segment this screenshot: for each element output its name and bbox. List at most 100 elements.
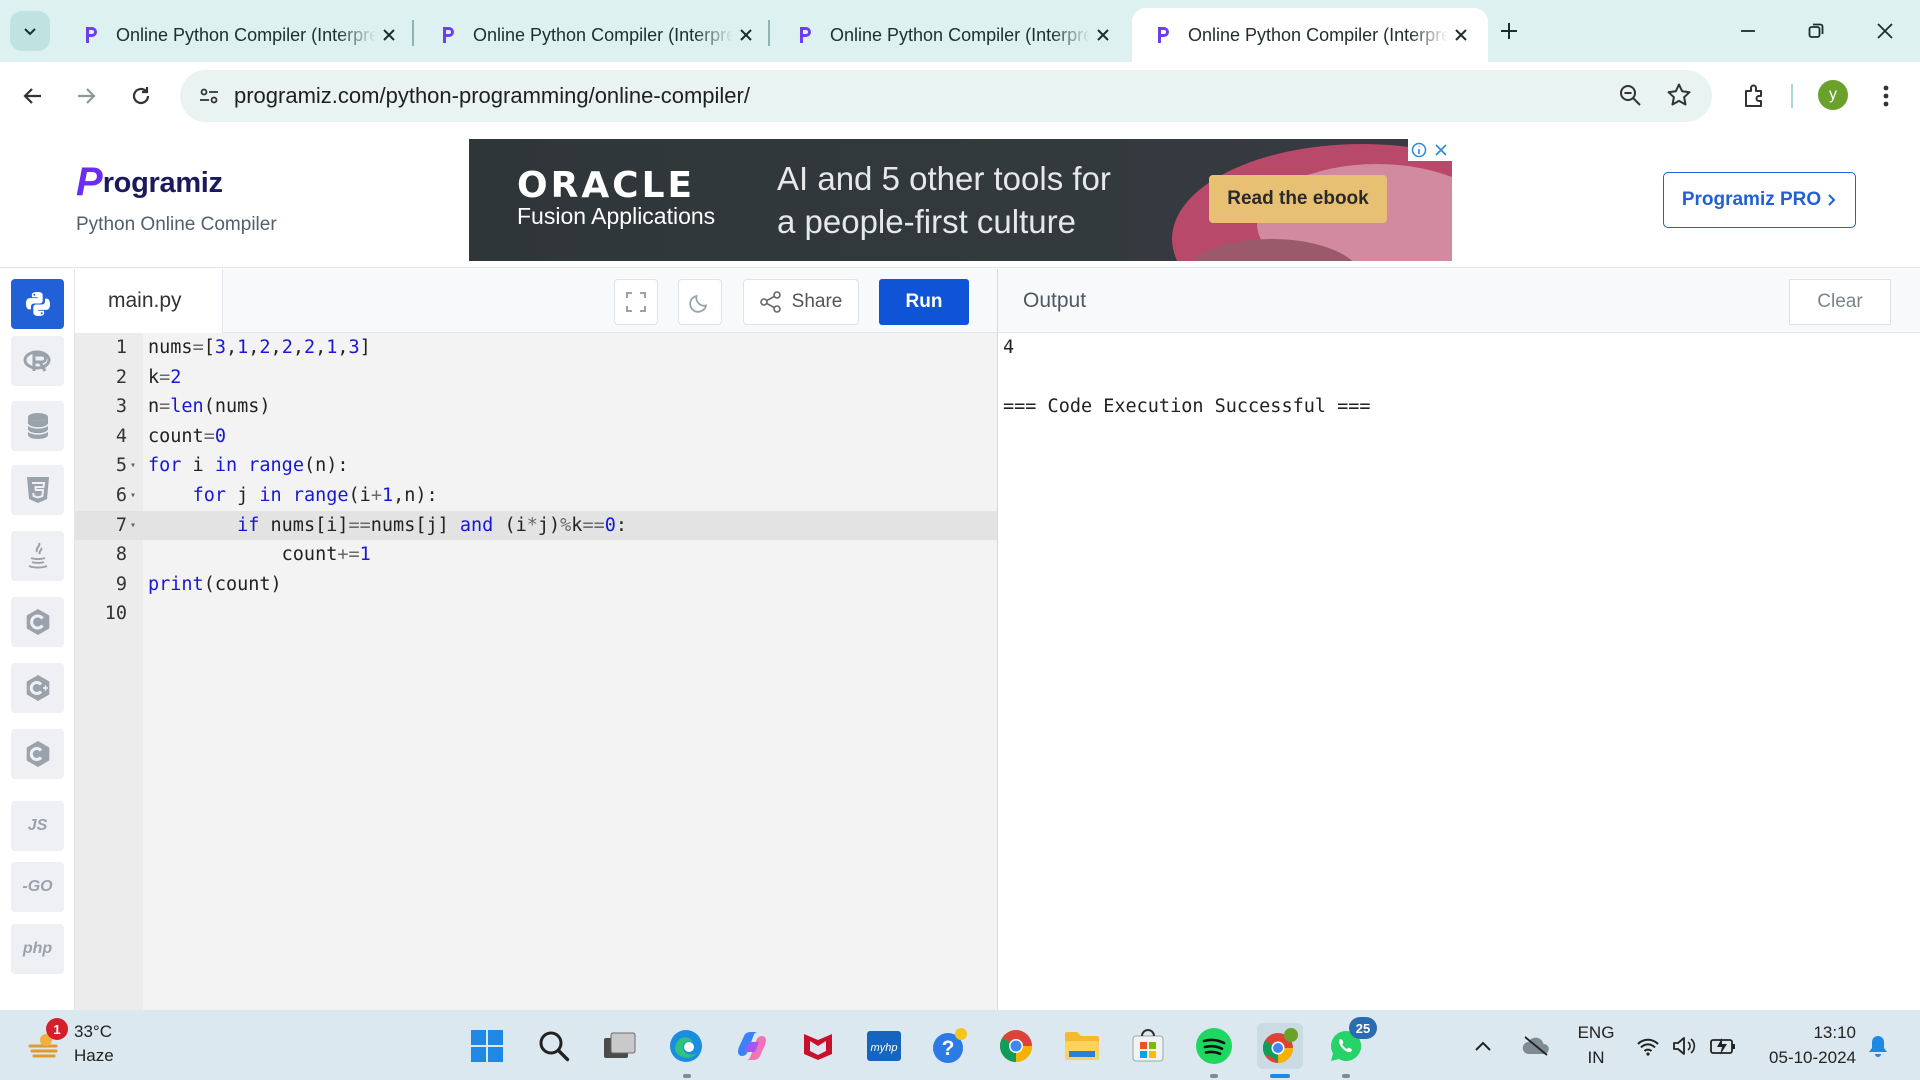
new-tab-button[interactable]	[1494, 16, 1524, 46]
address-bar[interactable]: programiz.com/python-programming/online-…	[180, 70, 1712, 122]
ad-tagline-line-1: AI and 5 other tools for	[777, 160, 1111, 197]
taskbar-chrome[interactable]	[993, 1023, 1039, 1069]
code-text: nums=[3,1,2,2,2,1,3]	[148, 337, 371, 358]
fold-toggle-icon[interactable]: ▾	[130, 511, 136, 541]
ad-tagline-line-2: a people-first culture	[777, 203, 1076, 240]
code-line[interactable]: 10	[75, 599, 997, 629]
bell-icon	[1869, 1036, 1887, 1057]
search-icon	[539, 1031, 570, 1062]
taskbar-edge[interactable]	[663, 1023, 709, 1069]
programiz-pro-button[interactable]: Programiz PRO	[1663, 172, 1856, 228]
sidebar-item-python[interactable]	[11, 279, 64, 329]
code-editor[interactable]: 1 nums=[3,1,2,2,2,1,3] 2 k=2 3 n=len(nums) 4 co…	[75, 333, 997, 1010]
tab-title: Online Python Compiler (Interpreter)	[1188, 24, 1448, 45]
code-line[interactable]: 3 n=len(nums)	[75, 392, 997, 422]
line-number: 1	[115, 337, 127, 358]
system-clock[interactable]: 13:10 05-10-2024	[1752, 1020, 1856, 1070]
bookmark-star-icon[interactable]	[1666, 82, 1692, 108]
tab-search-button[interactable]	[10, 11, 50, 51]
code-line[interactable]: 4 count=0	[75, 422, 997, 452]
copilot-icon	[738, 1032, 766, 1060]
notifications-button[interactable]	[1858, 1023, 1898, 1069]
forward-button[interactable]	[66, 76, 106, 116]
programiz-favicon-icon	[86, 27, 97, 43]
code-line[interactable]: 6 ▾ for j in range(i+1,n):	[75, 481, 997, 511]
weather-icon: 1	[26, 1018, 68, 1062]
line-number: 6	[115, 485, 127, 506]
ad-info-icon[interactable]	[1408, 139, 1430, 161]
taskbar-myhp[interactable]: myhp	[861, 1023, 907, 1069]
line-number: 4	[115, 425, 127, 447]
fullscreen-button[interactable]	[614, 279, 658, 325]
region-code: IN	[1587, 1048, 1605, 1067]
clear-button[interactable]: Clear	[1789, 279, 1891, 325]
sidebar-item-go[interactable]: -GO	[11, 862, 64, 912]
taskbar-whatsapp[interactable]: 25	[1323, 1017, 1377, 1069]
taskbar-get-help[interactable]: ?	[927, 1023, 973, 1069]
reload-button[interactable]	[121, 76, 161, 116]
taskbar-mcafee[interactable]	[795, 1023, 841, 1069]
share-button[interactable]: Share	[743, 279, 859, 325]
sidebar-item-html[interactable]	[11, 465, 64, 515]
browser-tab-active[interactable]: Online Python Compiler (Interpreter)	[1132, 8, 1488, 62]
extensions-button[interactable]	[1734, 76, 1774, 116]
profile-avatar[interactable]: y	[1818, 80, 1848, 110]
close-tab-icon[interactable]	[376, 22, 402, 48]
browser-tab[interactable]: Online Python Compiler (Interpreter)	[774, 8, 1130, 62]
taskbar-chrome-profile[interactable]	[1257, 1023, 1303, 1069]
start-button[interactable]	[464, 1023, 510, 1069]
wifi-tray-icon[interactable]	[1628, 1023, 1668, 1069]
ad-cta-button[interactable]: Read the ebook	[1209, 175, 1387, 223]
weather-widget[interactable]: 1 33°C Haze	[26, 1018, 114, 1068]
show-hidden-icons-button[interactable]	[1468, 1023, 1498, 1069]
browser-tab[interactable]: Online Python Compiler (Interpreter)	[417, 8, 773, 62]
sidebar-item-java[interactable]	[11, 531, 64, 581]
input-language[interactable]: ENG IN	[1576, 1020, 1616, 1070]
site-info-icon[interactable]	[198, 85, 220, 107]
task-view-button[interactable]	[597, 1023, 643, 1069]
zoom-icon[interactable]	[1618, 83, 1642, 107]
code-line[interactable]: 8 count+=1	[75, 540, 997, 570]
volume-tray-icon[interactable]	[1664, 1023, 1704, 1069]
close-tab-icon[interactable]	[1448, 22, 1474, 48]
ad-close-icon[interactable]	[1430, 139, 1452, 161]
java-icon	[28, 542, 47, 569]
back-button[interactable]	[13, 76, 53, 116]
sidebar-item-r[interactable]	[11, 336, 64, 386]
advertisement-banner[interactable]: ORACLE Fusion Applications AI and 5 othe…	[469, 139, 1452, 261]
sidebar-item-cpp[interactable]	[11, 663, 64, 713]
taskbar-spotify[interactable]	[1191, 1023, 1237, 1069]
dark-mode-button[interactable]	[678, 279, 722, 325]
code-line[interactable]: 2 k=2	[75, 363, 997, 393]
navigation-bar: programiz.com/python-programming/online-…	[0, 62, 1920, 130]
battery-tray-icon[interactable]	[1703, 1023, 1743, 1069]
code-line[interactable]: 9 print(count)	[75, 570, 997, 600]
close-tab-icon[interactable]	[1090, 22, 1116, 48]
taskbar-search[interactable]	[531, 1023, 577, 1069]
code-line[interactable]: 5 ▾ for i in range(n):	[75, 451, 997, 481]
chrome-icon	[1000, 1030, 1032, 1062]
code-line[interactable]: 1 nums=[3,1,2,2,2,1,3]	[75, 333, 997, 363]
taskbar-microsoft-store[interactable]	[1125, 1023, 1171, 1069]
restore-button[interactable]	[1796, 14, 1836, 48]
browser-menu-button[interactable]	[1866, 76, 1906, 116]
browser-tab[interactable]: Online Python Compiler (Interpreter)	[60, 8, 416, 62]
code-line[interactable]: 7 ▾ if nums[i]==nums[j] and (i*j)%k==0:	[75, 510, 997, 541]
file-tab-main-py[interactable]: main.py	[75, 269, 223, 333]
taskbar-copilot[interactable]	[729, 1023, 775, 1069]
sidebar-item-php[interactable]: php	[11, 924, 64, 974]
minimize-button[interactable]	[1728, 14, 1768, 48]
sidebar-item-csharp[interactable]	[11, 729, 64, 779]
line-number: 10	[104, 603, 127, 625]
run-button[interactable]: Run	[879, 279, 969, 325]
close-window-button[interactable]	[1865, 14, 1905, 48]
fold-toggle-icon[interactable]: ▾	[130, 451, 136, 481]
sidebar-item-sql[interactable]	[11, 401, 64, 451]
sidebar-item-javascript[interactable]: JS	[11, 801, 64, 851]
close-tab-icon[interactable]	[733, 22, 759, 48]
fold-toggle-icon[interactable]: ▾	[130, 481, 136, 511]
sidebar-item-c[interactable]	[11, 597, 64, 647]
programiz-logo[interactable]: P rogramiz	[76, 162, 223, 202]
onedrive-tray-icon[interactable]	[1516, 1023, 1556, 1069]
taskbar-file-explorer[interactable]	[1059, 1023, 1105, 1069]
